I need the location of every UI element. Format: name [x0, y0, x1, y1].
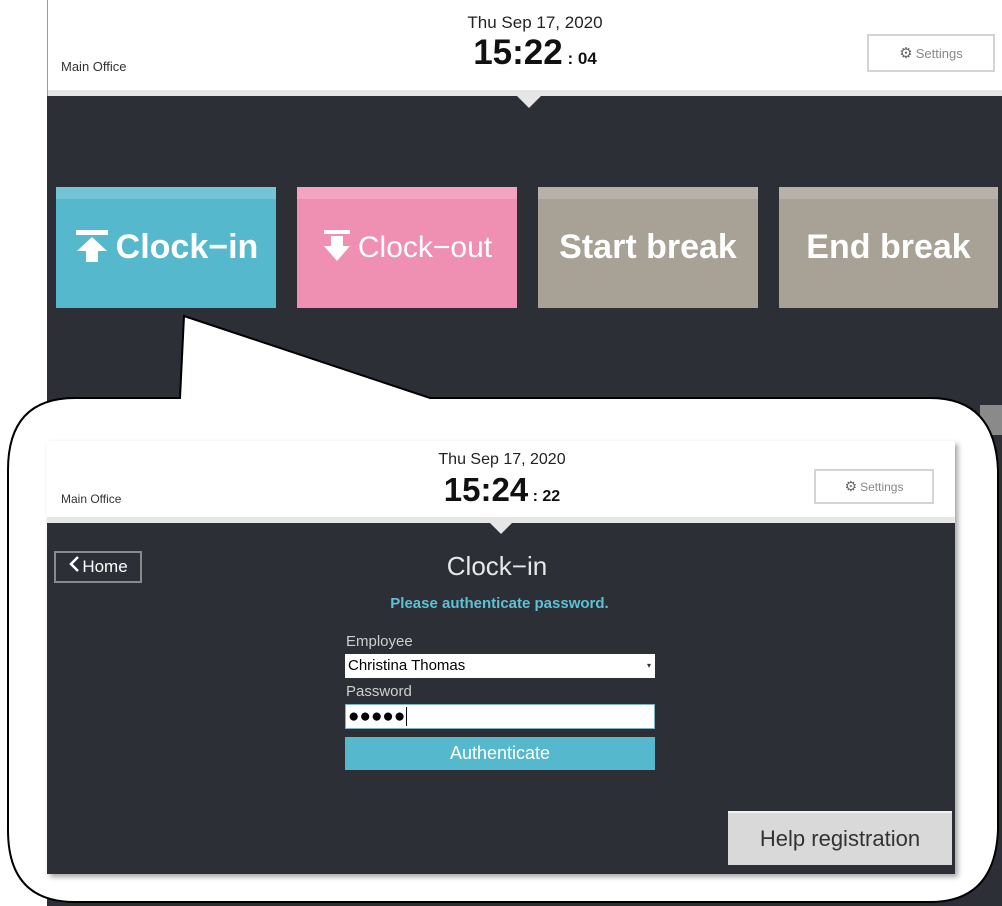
- dropdown-arrow-icon: ▾: [646, 661, 651, 670]
- password-label: Password: [346, 683, 412, 700]
- password-field[interactable]: ●●●●●: [345, 704, 655, 729]
- clock-in-auth-screen: Main Office Thu Sep 17, 2020 15:24 : 22 …: [47, 441, 955, 874]
- office-name: Main Office: [61, 492, 122, 506]
- gear-icon: ⚙: [844, 478, 858, 494]
- employee-label: Employee: [346, 633, 413, 650]
- help-registration-button[interactable]: Help registration: [728, 811, 952, 865]
- time-seconds: 22: [542, 488, 561, 505]
- chevron-left-icon: [68, 555, 80, 577]
- authenticate-button[interactable]: Authenticate: [345, 737, 655, 770]
- settings-label: Settings: [860, 479, 904, 494]
- header-notch: [490, 523, 512, 534]
- time-hhmm: 15:24: [443, 471, 529, 508]
- employee-select[interactable]: Christina Thomas ▾: [345, 654, 655, 678]
- page-instruction: Please authenticate password.: [390, 595, 609, 612]
- home-label: Home: [82, 557, 128, 576]
- settings-button[interactable]: ⚙ Settings: [814, 469, 934, 504]
- time-seconds-sep: :: [528, 488, 543, 505]
- authenticate-label: Authenticate: [449, 743, 551, 763]
- current-date: Thu Sep 17, 2020: [438, 451, 566, 468]
- employee-value: Christina Thomas: [348, 657, 466, 674]
- text-caret: [406, 707, 408, 727]
- page-title: Clock−in: [446, 551, 548, 581]
- current-time: 15:24 : 22: [387, 471, 617, 509]
- password-mask: ●●●●●: [348, 706, 406, 727]
- home-button[interactable]: Home: [54, 551, 142, 583]
- help-registration-label: Help registration: [759, 826, 921, 851]
